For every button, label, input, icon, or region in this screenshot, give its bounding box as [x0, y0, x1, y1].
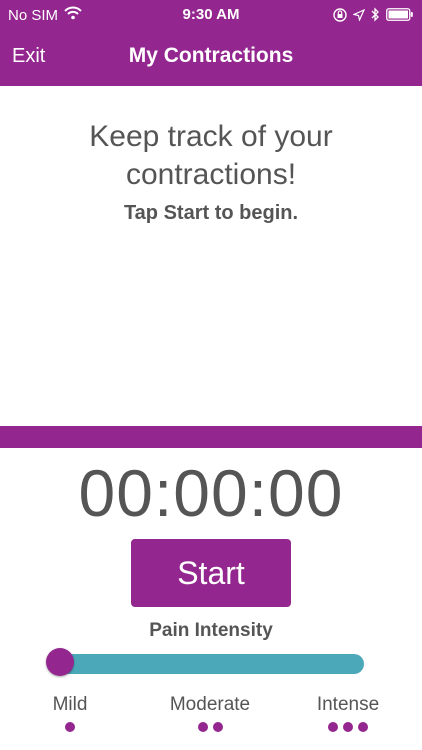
pain-intensity-slider-track[interactable]	[48, 654, 364, 674]
timer-display: 00:00:00	[78, 456, 344, 530]
intro-heading: Keep track of your contractions!	[89, 120, 333, 191]
orientation-lock-icon	[333, 7, 347, 22]
nav-bar: Exit My Contractions	[0, 30, 422, 86]
intensity-level-label: Mild	[52, 694, 88, 715]
intensity-level-moderate: Moderate	[156, 694, 264, 732]
intensity-level-label: Moderate	[169, 694, 251, 715]
intensity-dot	[343, 722, 353, 732]
page-title: My Contractions	[128, 44, 294, 67]
intensity-dot	[197, 722, 208, 732]
status-bar-right	[327, 7, 414, 22]
intensity-dots	[308, 722, 388, 732]
intensity-dot	[358, 722, 368, 732]
bluetooth-icon	[371, 7, 380, 22]
intensity-dot	[65, 722, 75, 732]
pain-intensity-slider-thumb[interactable]	[46, 648, 74, 676]
status-bar: No SIM 9:30 AM	[0, 0, 422, 30]
battery-icon	[386, 8, 414, 21]
start-button[interactable]: Start	[131, 539, 291, 607]
intensity-level-intense: Intense	[308, 694, 388, 732]
location-icon	[353, 8, 365, 21]
intensity-dot	[328, 722, 338, 732]
intensity-dot	[212, 722, 223, 732]
intensity-dots	[156, 722, 264, 732]
pain-intensity-label: Pain Intensity	[149, 620, 273, 641]
intensity-level-mild: Mild	[40, 694, 100, 732]
section-divider	[0, 426, 422, 448]
intensity-level-label: Intense	[316, 694, 380, 715]
intensity-dots	[40, 722, 100, 732]
intro-panel: Keep track of your contractions! Tap Sta…	[0, 118, 422, 225]
intro-instruction: Tap Start to begin.	[123, 202, 299, 224]
